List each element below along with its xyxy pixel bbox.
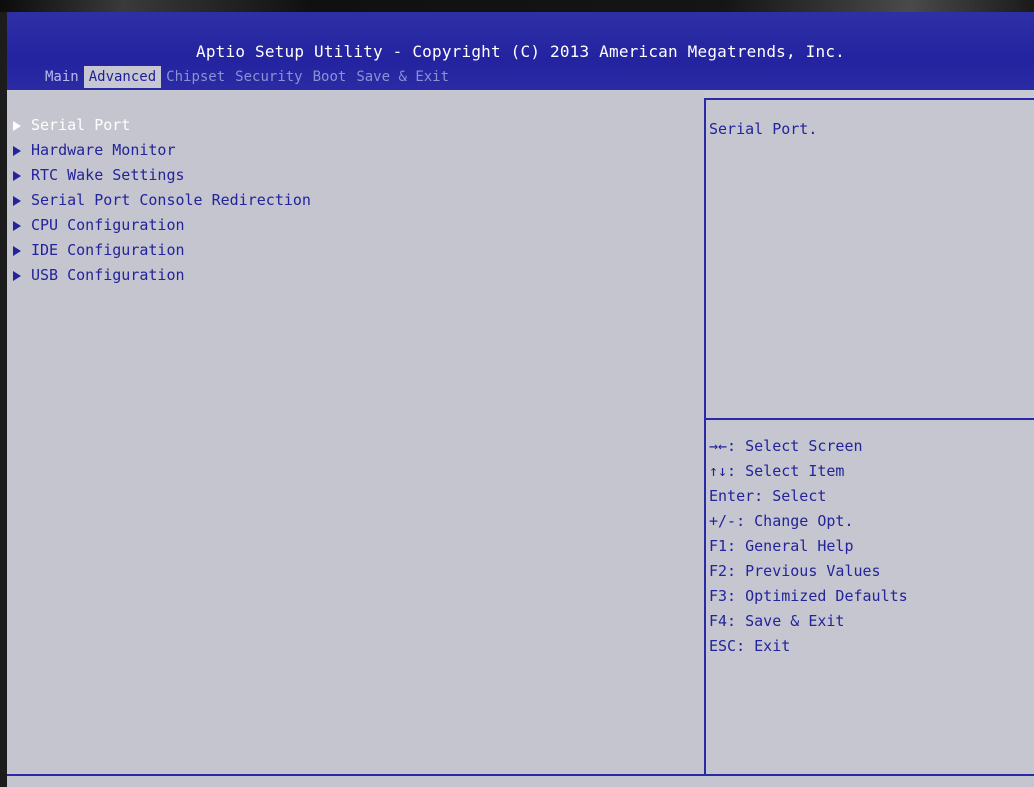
tab-security[interactable]: Security [230, 66, 307, 88]
menu-item-cpu-configuration[interactable]: CPU Configuration [13, 213, 311, 238]
key-select-item: ↑↓: Select Item [709, 462, 845, 480]
key-enter-select: Enter: Select [709, 487, 827, 505]
main-panel: Serial Port Hardware Monitor RTC Wake Se… [7, 92, 704, 772]
menu-item-serial-console-redirection[interactable]: Serial Port Console Redirection [13, 188, 311, 213]
menu-item-label: CPU Configuration [31, 216, 185, 234]
tab-chipset[interactable]: Chipset [161, 66, 230, 88]
submenu-arrow-icon [13, 195, 21, 206]
menu-item-hardware-monitor[interactable]: Hardware Monitor [13, 138, 311, 163]
key-legend: →←: Select Screen ↑↓: Select Item Enter:… [709, 434, 908, 659]
menu-item-label: Serial Port [31, 116, 131, 134]
header-bar: Aptio Setup Utility - Copyright (C) 2013… [7, 12, 1034, 90]
panel-divider-vertical [704, 98, 706, 774]
menu-item-ide-configuration[interactable]: IDE Configuration [13, 238, 311, 263]
advanced-menu: Serial Port Hardware Monitor RTC Wake Se… [13, 113, 311, 288]
menu-item-label: RTC Wake Settings [31, 166, 185, 184]
key-optimized-defaults: F3: Optimized Defaults [709, 587, 908, 605]
panel-divider-middle [706, 418, 1034, 420]
key-general-help: F1: General Help [709, 537, 854, 555]
submenu-arrow-icon [13, 145, 21, 156]
key-change-opt: +/-: Change Opt. [709, 512, 854, 530]
panel-divider-top [706, 98, 1034, 100]
tab-bar: Main Advanced Chipset Security Boot Save… [7, 66, 454, 88]
tab-main[interactable]: Main [7, 66, 84, 88]
submenu-arrow-icon [13, 170, 21, 181]
menu-item-label: IDE Configuration [31, 241, 185, 259]
item-help-text: Serial Port. [709, 120, 818, 138]
tab-save-exit[interactable]: Save & Exit [351, 66, 454, 88]
key-esc-exit: ESC: Exit [709, 637, 791, 655]
tab-boot[interactable]: Boot [308, 66, 352, 88]
submenu-arrow-icon [13, 120, 21, 131]
menu-item-rtc-wake-settings[interactable]: RTC Wake Settings [13, 163, 311, 188]
key-save-exit: F4: Save & Exit [709, 612, 845, 630]
bios-screen: Aptio Setup Utility - Copyright (C) 2013… [7, 12, 1034, 787]
menu-item-label: USB Configuration [31, 266, 185, 284]
app-title: Aptio Setup Utility - Copyright (C) 2013… [196, 42, 845, 61]
key-select-screen: →←: Select Screen [709, 437, 863, 455]
submenu-arrow-icon [13, 220, 21, 231]
key-previous-values: F2: Previous Values [709, 562, 881, 580]
menu-item-label: Hardware Monitor [31, 141, 176, 159]
bottom-strip [7, 776, 1034, 787]
menu-item-usb-configuration[interactable]: USB Configuration [13, 263, 311, 288]
menu-item-label: Serial Port Console Redirection [31, 191, 311, 209]
submenu-arrow-icon [13, 270, 21, 281]
menu-item-serial-port[interactable]: Serial Port [13, 113, 311, 138]
monitor-bezel [0, 0, 1034, 12]
submenu-arrow-icon [13, 245, 21, 256]
tab-advanced[interactable]: Advanced [83, 66, 162, 88]
